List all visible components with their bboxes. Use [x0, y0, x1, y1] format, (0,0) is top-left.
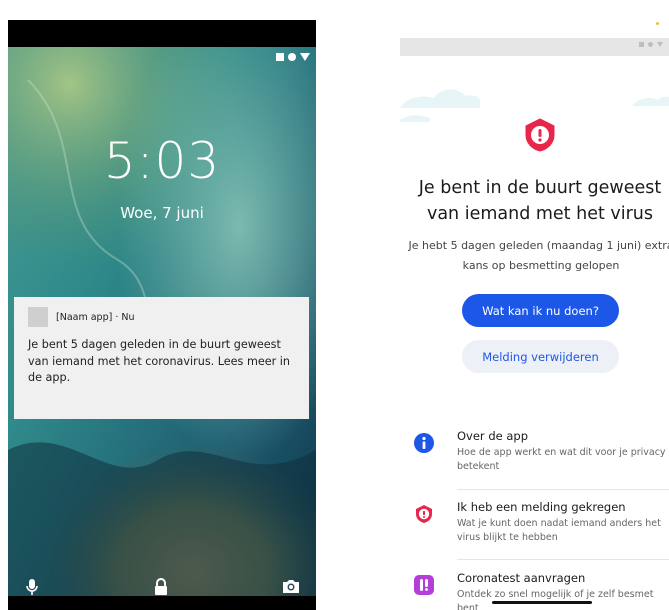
lockscreen: 5:03 Woe, 7 juni [Naam app] · Nu Je bent… [8, 20, 316, 610]
menu-item-about[interactable]: Over de app Hoe de app werkt en wat dit … [414, 429, 669, 489]
signal-icon [657, 42, 663, 47]
indicator-dot [656, 22, 659, 25]
menu-item-notification-received[interactable]: Ik heb een melding gekregen Wat je kunt … [414, 500, 669, 560]
lock-clock: 5:03 [103, 132, 221, 190]
notification-card[interactable]: [Naam app] · Nu Je bent 5 dagen geleden … [14, 297, 309, 419]
notification-header: [Naam app] · Nu [28, 307, 135, 327]
menu-item-description: Wat je kunt doen nadat iemand anders het… [457, 518, 661, 543]
status-icons [276, 51, 310, 63]
status-bar [400, 38, 669, 56]
divider [457, 489, 669, 490]
menu-item-title: Coronatest aanvragen [457, 571, 586, 585]
page-title: Je bent in de buurt geweest van iemand m… [418, 178, 662, 224]
square-icon [276, 53, 284, 61]
bottom-bar [8, 596, 316, 610]
lock-shortcuts [8, 578, 316, 598]
top-bar [8, 20, 316, 47]
menu-item-description: Ontdek zo snel mogelijk of je zelf besme… [457, 589, 654, 610]
status-icons [639, 42, 663, 47]
menu-item-title: Over de app [457, 429, 528, 443]
notification-message: Je bent 5 dagen geleden in de buurt gewe… [28, 338, 290, 384]
alert-icon [416, 505, 432, 523]
square-icon [639, 42, 644, 47]
divider [457, 559, 669, 560]
remove-notification-button[interactable]: Melding verwijderen [462, 340, 619, 373]
test-tube-icon [414, 575, 434, 595]
menu-item-description: Hoe de app werkt en wat dit voor je priv… [457, 447, 666, 472]
warning-shield-icon [525, 118, 555, 152]
lock-date: Woe, 7 juni [120, 204, 204, 222]
menu-item-corona-test[interactable]: Coronatest aanvragen Ontdek zo snel moge… [414, 571, 669, 610]
circle-icon [288, 53, 296, 61]
info-icon [414, 433, 434, 453]
app-icon [28, 307, 48, 327]
circle-icon [648, 42, 653, 47]
notification-app-label: [Naam app] · Nu [56, 311, 135, 323]
page-subtitle: Je hebt 5 dagen geleden (maandag 1 juni)… [408, 239, 669, 272]
what-to-do-button[interactable]: Wat kan ik nu doen? [462, 294, 619, 327]
app-screen: Je bent in de buurt geweest van iemand m… [400, 20, 669, 610]
signal-icon [300, 53, 310, 61]
menu-item-title: Ik heb een melding gekregen [457, 500, 626, 514]
home-indicator[interactable] [492, 601, 592, 604]
